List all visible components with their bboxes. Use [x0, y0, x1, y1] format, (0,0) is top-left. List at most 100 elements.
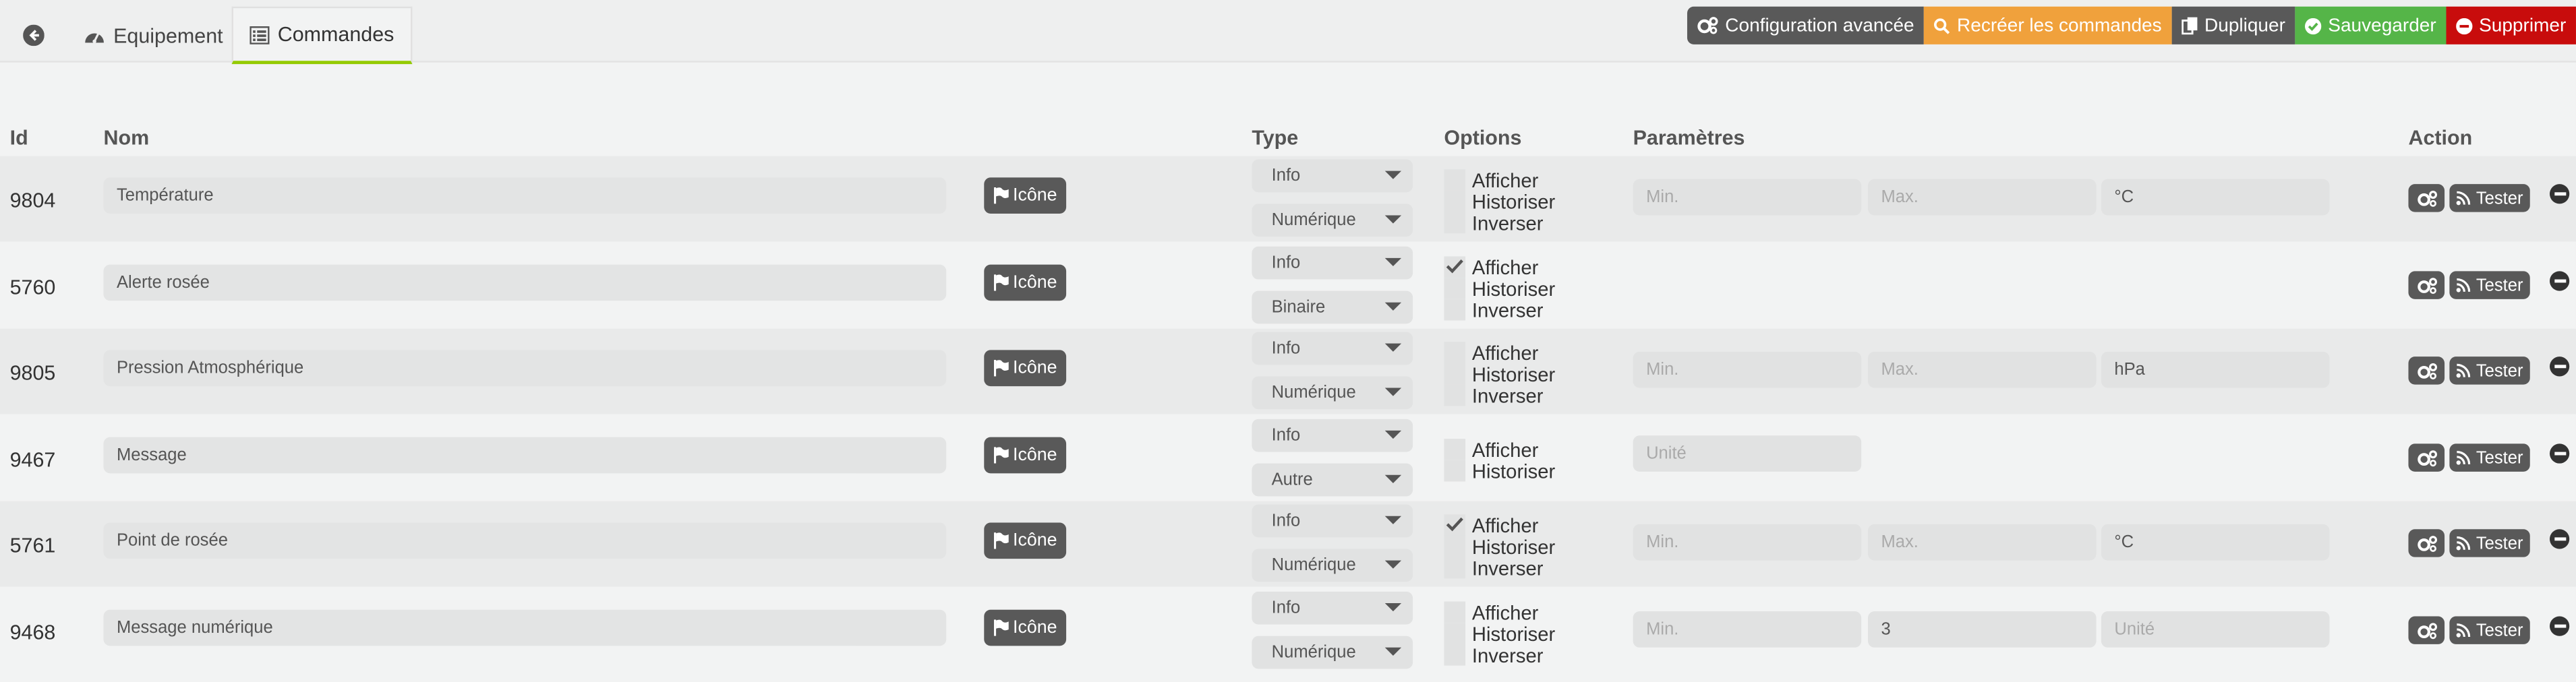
parameter-input[interactable]: Max.	[1867, 351, 2097, 388]
choose-icon-button[interactable]: Icône	[984, 350, 1067, 387]
test-command-button[interactable]: Tester	[2449, 443, 2530, 472]
remove-command-icon[interactable]	[2549, 529, 2570, 549]
show-checkbox[interactable]	[1444, 514, 1466, 536]
choose-icon-button[interactable]: Icône	[984, 609, 1067, 646]
option-invert[interactable]: Inverser	[1444, 556, 1543, 580]
option-invert[interactable]: Inverser	[1444, 211, 1543, 235]
type-select[interactable]: Info	[1252, 159, 1413, 193]
option-show[interactable]: Afficher	[1444, 438, 1538, 461]
type-select[interactable]: Info	[1252, 246, 1413, 280]
invert-checkbox[interactable]	[1444, 299, 1466, 321]
tab-commands[interactable]: Commandes	[231, 6, 413, 65]
type-select[interactable]: Info	[1252, 418, 1413, 452]
show-checkbox[interactable]	[1444, 439, 1466, 460]
option-show[interactable]: Afficher	[1444, 600, 1538, 623]
type-select[interactable]: Info	[1252, 591, 1413, 625]
option-invert[interactable]: Inverser	[1444, 383, 1543, 407]
subtype-select[interactable]: Numérique	[1252, 376, 1413, 410]
parameter-input[interactable]: Min.	[1633, 524, 1862, 561]
parameter-input[interactable]: °C	[2101, 524, 2330, 561]
parameter-input[interactable]: Unité	[2101, 611, 2330, 648]
back-button[interactable]	[7, 10, 59, 59]
command-config-button[interactable]	[2408, 529, 2445, 557]
history-checkbox[interactable]	[1444, 623, 1466, 644]
parameter-input[interactable]: 3	[1867, 611, 2097, 648]
history-checkbox[interactable]	[1444, 460, 1466, 482]
history-checkbox[interactable]	[1444, 190, 1466, 212]
history-checkbox[interactable]	[1444, 278, 1466, 299]
option-invert[interactable]: Inverser	[1444, 644, 1543, 666]
invert-checkbox[interactable]	[1444, 384, 1466, 406]
table-row: 9467 Message Icône Info Autre Afficher Histori…	[0, 415, 2576, 501]
parameter-input[interactable]: hPa	[2101, 351, 2330, 388]
subtype-select[interactable]: Numérique	[1252, 204, 1413, 237]
subtype-select[interactable]: Numérique	[1252, 636, 1413, 669]
option-history[interactable]: Historiser	[1444, 460, 1555, 483]
chevron-down-icon	[1384, 602, 1402, 612]
option-history[interactable]: Historiser	[1444, 622, 1555, 645]
test-command-button[interactable]: Tester	[2449, 616, 2530, 644]
show-checkbox[interactable]	[1444, 342, 1466, 363]
invert-checkbox[interactable]	[1444, 212, 1466, 234]
parameter-input[interactable]: Min.	[1633, 611, 1862, 648]
command-config-button[interactable]	[2408, 616, 2445, 644]
option-invert[interactable]: Inverser	[1444, 299, 1543, 321]
invert-checkbox[interactable]	[1444, 557, 1466, 579]
parameter-input[interactable]: Min.	[1633, 351, 1862, 388]
command-config-button[interactable]	[2408, 443, 2445, 472]
save-button[interactable]: Sauvegarder	[2295, 6, 2447, 44]
option-history[interactable]: Historiser	[1444, 189, 1556, 213]
type-select[interactable]: Info	[1252, 332, 1413, 365]
test-command-button[interactable]: Tester	[2449, 356, 2530, 385]
choose-icon-button[interactable]: Icône	[984, 264, 1067, 301]
duplicate-button[interactable]: Dupliquer	[2171, 6, 2295, 44]
subtype-select[interactable]: Binaire	[1252, 290, 1413, 324]
option-history-label: Historiser	[1471, 189, 1556, 213]
type-select[interactable]: Info	[1252, 504, 1413, 538]
parameter-input[interactable]: Min.	[1633, 179, 1862, 216]
remove-command-icon[interactable]	[2549, 616, 2570, 636]
delete-button[interactable]: Supprimer	[2446, 6, 2576, 44]
show-checkbox[interactable]	[1444, 601, 1466, 623]
command-name-input[interactable]: Point de rosée	[103, 522, 947, 559]
remove-command-icon[interactable]	[2549, 271, 2570, 291]
choose-icon-button[interactable]: Icône	[984, 522, 1067, 559]
show-checkbox[interactable]	[1444, 256, 1466, 278]
show-checkbox[interactable]	[1444, 169, 1466, 191]
test-command-button[interactable]: Tester	[2449, 184, 2530, 212]
command-name-input[interactable]: Message	[103, 437, 947, 474]
command-name-input[interactable]: Alerte rosée	[103, 264, 947, 301]
parameter-input[interactable]: Unité	[1633, 435, 1862, 472]
option-history[interactable]: Historiser	[1444, 277, 1555, 300]
history-checkbox[interactable]	[1444, 535, 1466, 557]
recreate-commands-button[interactable]: Recréer les commandes	[1924, 6, 2172, 44]
option-history[interactable]: Historiser	[1444, 535, 1555, 558]
remove-command-icon[interactable]	[2549, 443, 2570, 464]
choose-icon-button[interactable]: Icône	[984, 437, 1067, 474]
test-command-button[interactable]: Tester	[2449, 271, 2530, 299]
subtype-select[interactable]: Numérique	[1252, 549, 1413, 582]
invert-checkbox[interactable]	[1444, 644, 1466, 666]
option-show[interactable]: Afficher	[1444, 255, 1538, 278]
tab-equipment[interactable]: Equipement	[67, 7, 239, 64]
command-config-button[interactable]	[2408, 356, 2445, 385]
command-name-input[interactable]: Température	[103, 177, 947, 214]
test-command-button[interactable]: Tester	[2449, 529, 2530, 557]
remove-command-icon[interactable]	[2549, 356, 2570, 377]
advanced-config-button[interactable]: Configuration avancée	[1687, 6, 1925, 44]
option-show[interactable]: Afficher	[1444, 341, 1538, 364]
subtype-select[interactable]: Autre	[1252, 463, 1413, 497]
choose-icon-button[interactable]: Icône	[984, 177, 1067, 214]
parameter-input[interactable]: °C	[2101, 179, 2330, 216]
command-name-input[interactable]: Message numérique	[103, 609, 947, 646]
remove-command-icon[interactable]	[2549, 184, 2570, 204]
command-config-button[interactable]	[2408, 184, 2445, 212]
parameter-input[interactable]: Max.	[1867, 524, 2097, 561]
parameter-input[interactable]: Max.	[1867, 179, 2097, 216]
option-show[interactable]: Afficher	[1444, 514, 1538, 536]
option-history[interactable]: Historiser	[1444, 363, 1555, 385]
command-name-input[interactable]: Pression Atmosphérique	[103, 350, 947, 387]
command-config-button[interactable]	[2408, 271, 2445, 299]
history-checkbox[interactable]	[1444, 363, 1466, 385]
option-show[interactable]: Afficher	[1444, 168, 1538, 191]
